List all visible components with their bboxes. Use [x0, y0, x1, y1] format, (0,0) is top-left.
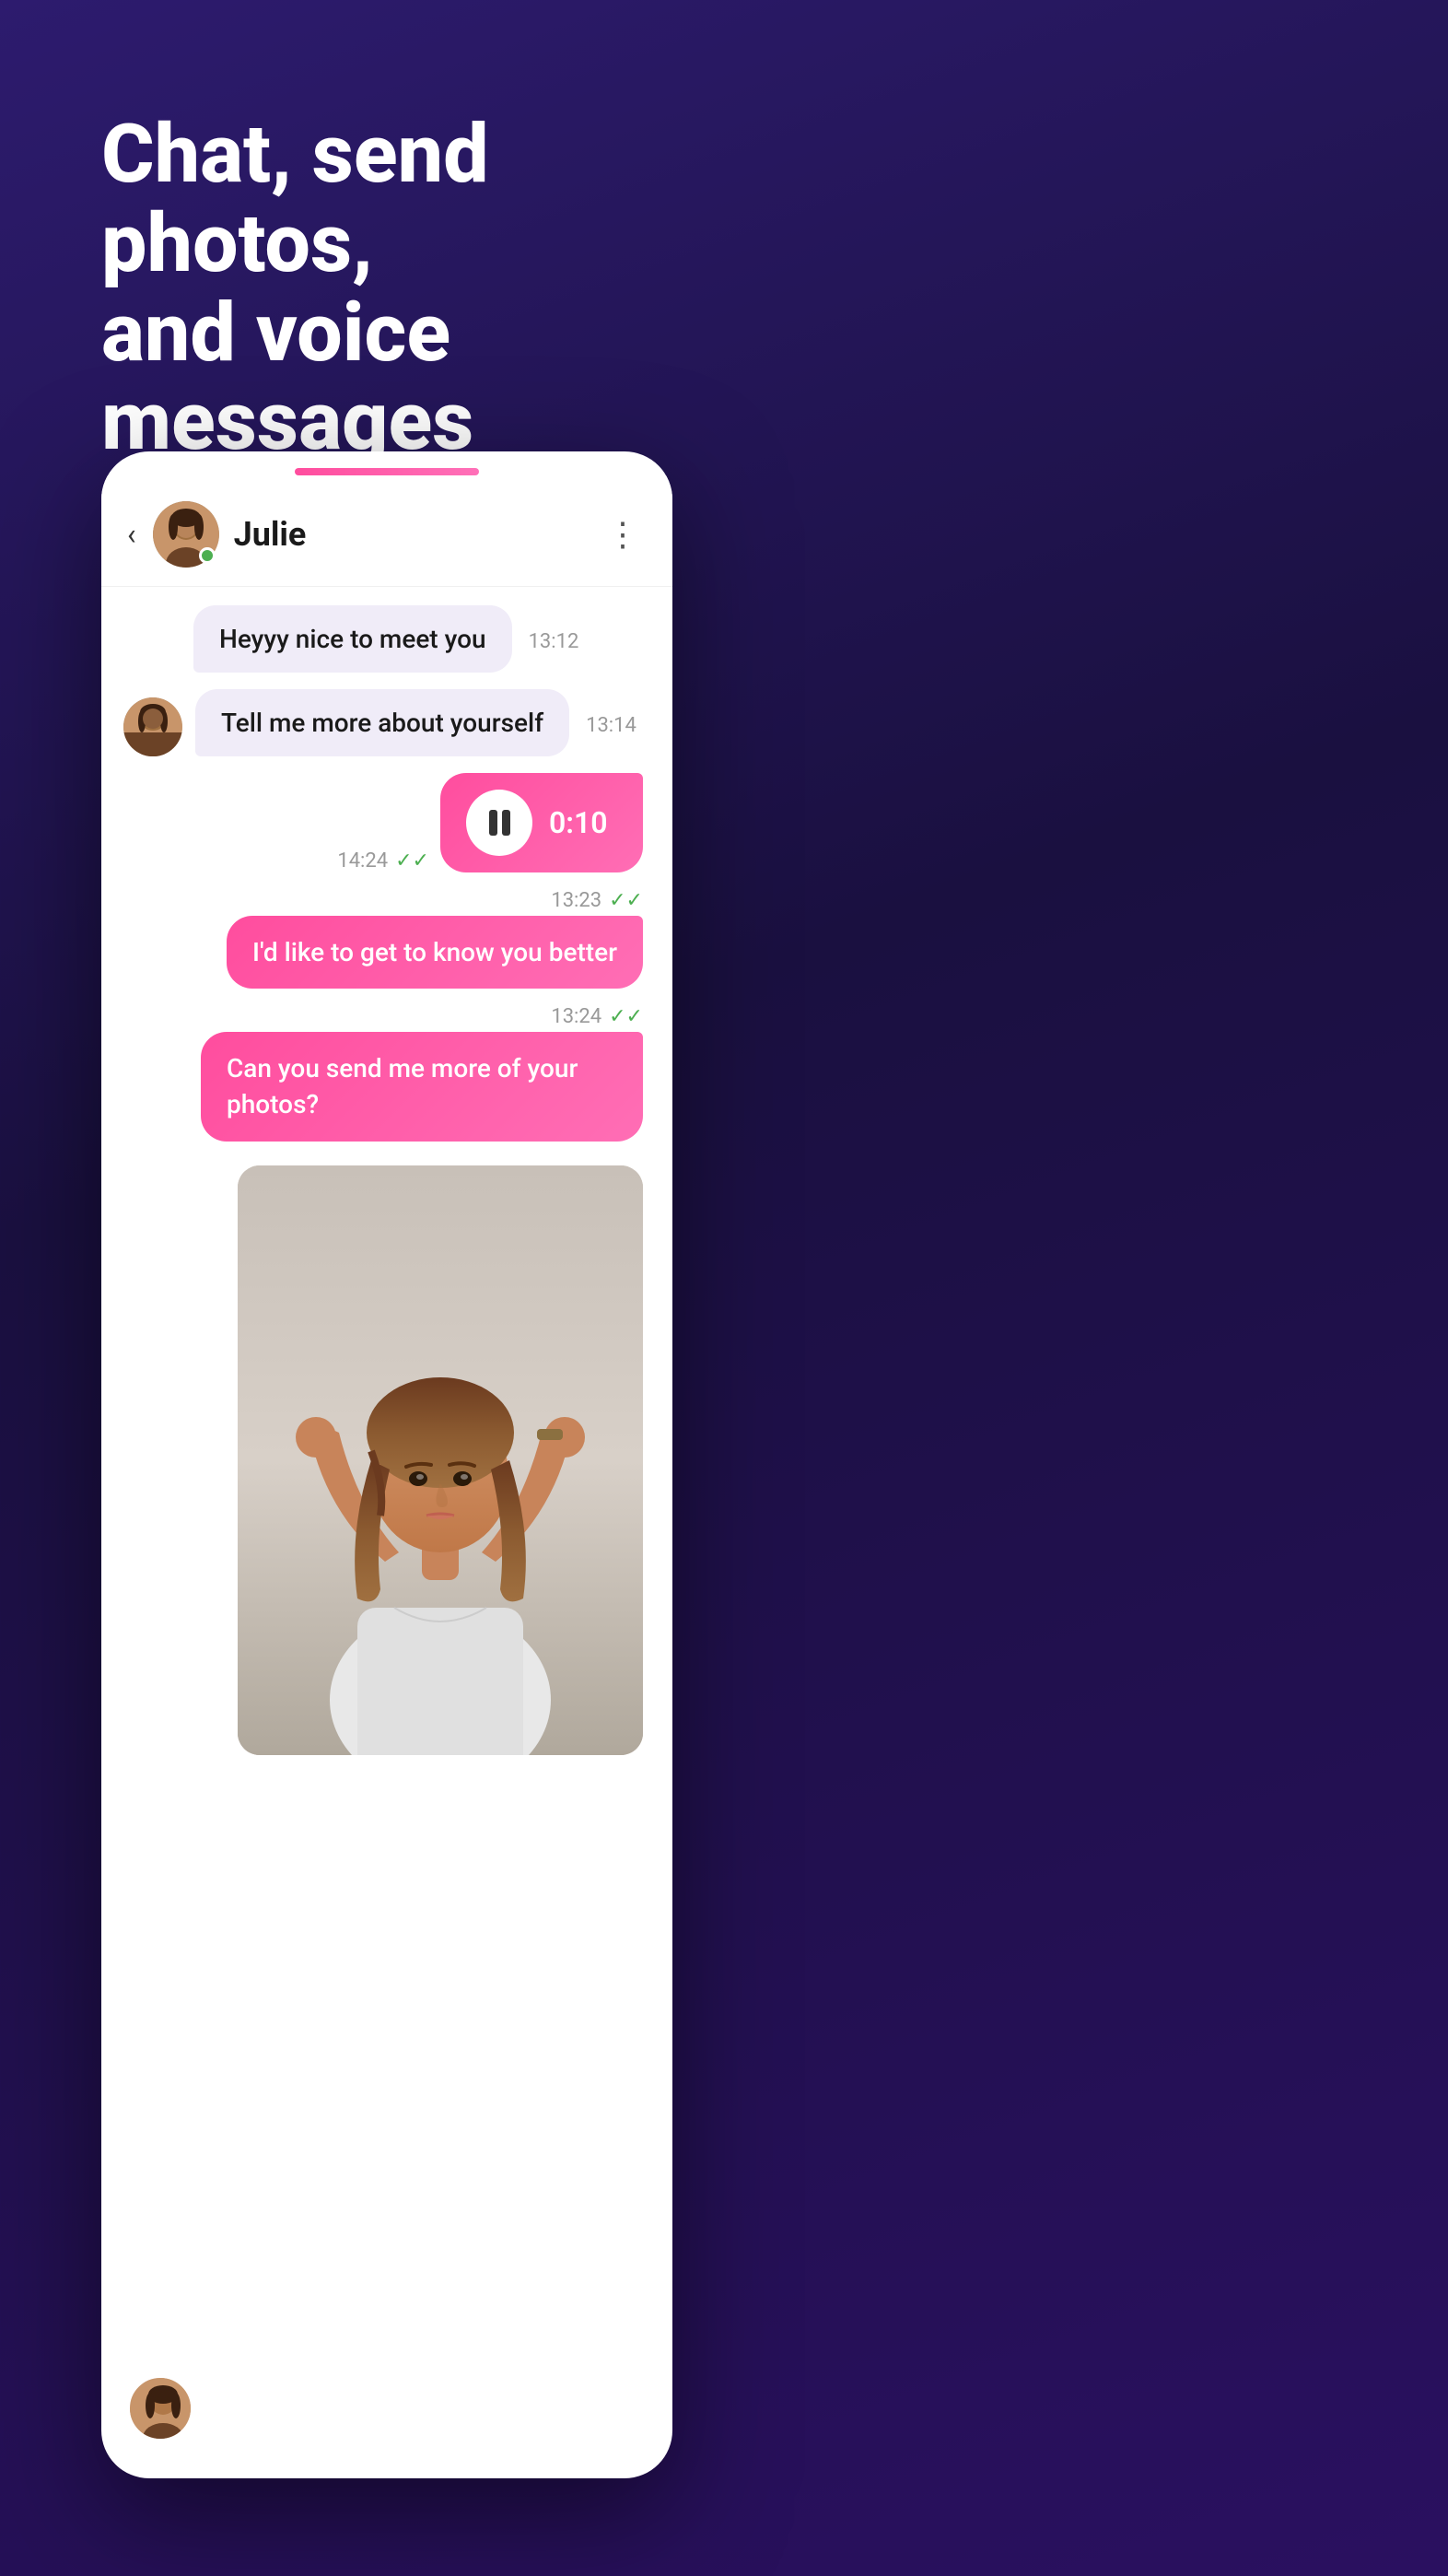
- bottom-avatar-svg: [130, 2378, 193, 2441]
- double-check-voice: ✓✓: [395, 849, 429, 872]
- messages-area: Heyyy nice to meet you 13:12: [101, 587, 672, 1774]
- headline: Chat, send photos, and voice messages: [101, 111, 765, 467]
- chat-header: ‹ Julie ⋮: [101, 475, 672, 587]
- msg-time-1: 13:12: [529, 630, 579, 653]
- pause-bar-left: [489, 810, 497, 836]
- sender-avatar-svg: [123, 697, 182, 756]
- bubble-row-2: Tell me more about yourself 13:14: [195, 689, 636, 756]
- online-indicator: [199, 547, 216, 564]
- sent-time-4: 13:23 ✓✓: [551, 889, 643, 912]
- message-received-1: Heyyy nice to meet you 13:12: [123, 605, 650, 673]
- pause-button[interactable]: [466, 790, 532, 856]
- sent-time-text-5: 13:24: [551, 1005, 601, 1028]
- avatar-container: [153, 501, 219, 568]
- double-check-5: ✓✓: [609, 1005, 643, 1028]
- message-sent-4: 13:23 ✓✓ I'd like to get to know you bet…: [123, 889, 643, 989]
- message-photo[interactable]: [123, 1165, 643, 1755]
- voice-time-area: 14:24 ✓✓: [337, 849, 429, 872]
- photo-bubble: [238, 1165, 643, 1755]
- photo-svg: [238, 1165, 643, 1755]
- pause-icon: [489, 810, 510, 836]
- message-voice-sent: 14:24 ✓✓ 0:10: [123, 773, 643, 872]
- phone-mockup: ‹ Julie ⋮: [101, 451, 672, 2478]
- message-received-2: Tell me more about yourself 13:14: [123, 689, 650, 756]
- received-bubble-1: Heyyy nice to meet you 13:12: [193, 605, 578, 673]
- voice-timestamp: 14:24 ✓✓: [337, 849, 429, 872]
- received-text-1: Heyyy nice to meet you: [193, 605, 512, 673]
- chat-user-name: Julie: [234, 515, 599, 554]
- pause-bar-right: [502, 810, 510, 836]
- sent-info-5: 13:24 ✓✓ Can you send me more of your ph…: [201, 1005, 643, 1141]
- voice-duration: 0:10: [549, 805, 608, 840]
- double-check-4: ✓✓: [609, 889, 643, 912]
- received-text-2: Tell me more about yourself: [195, 689, 569, 756]
- headline-line1: Chat, send photos,: [101, 111, 765, 289]
- top-indicator: [295, 468, 479, 475]
- sent-text-4: I'd like to get to know you better: [227, 916, 643, 989]
- msg-time-2: 13:14: [586, 714, 636, 737]
- message-sent-5: 13:24 ✓✓ Can you send me more of your ph…: [123, 1005, 643, 1141]
- sender-avatar-2: [123, 697, 182, 756]
- sent-time-5: 13:24 ✓✓: [551, 1005, 643, 1028]
- sent-time-text-4: 13:23: [551, 889, 601, 912]
- received-bubble-2: Tell me more about yourself 13:14: [195, 689, 636, 756]
- back-button[interactable]: ‹: [127, 517, 136, 552]
- sent-info-4: 13:23 ✓✓ I'd like to get to know you bet…: [227, 889, 643, 989]
- more-options-button[interactable]: ⋮: [599, 508, 647, 561]
- voice-time-text: 14:24: [337, 849, 388, 872]
- bottom-avatar-area: [127, 2375, 193, 2441]
- sent-text-5: Can you send me more of your photos?: [201, 1032, 643, 1141]
- bubble-row-1: Heyyy nice to meet you 13:12: [193, 605, 578, 673]
- voice-bubble[interactable]: 0:10: [440, 773, 643, 872]
- bottom-avatar: [127, 2375, 193, 2441]
- headline-line2: and voice messages: [101, 289, 765, 468]
